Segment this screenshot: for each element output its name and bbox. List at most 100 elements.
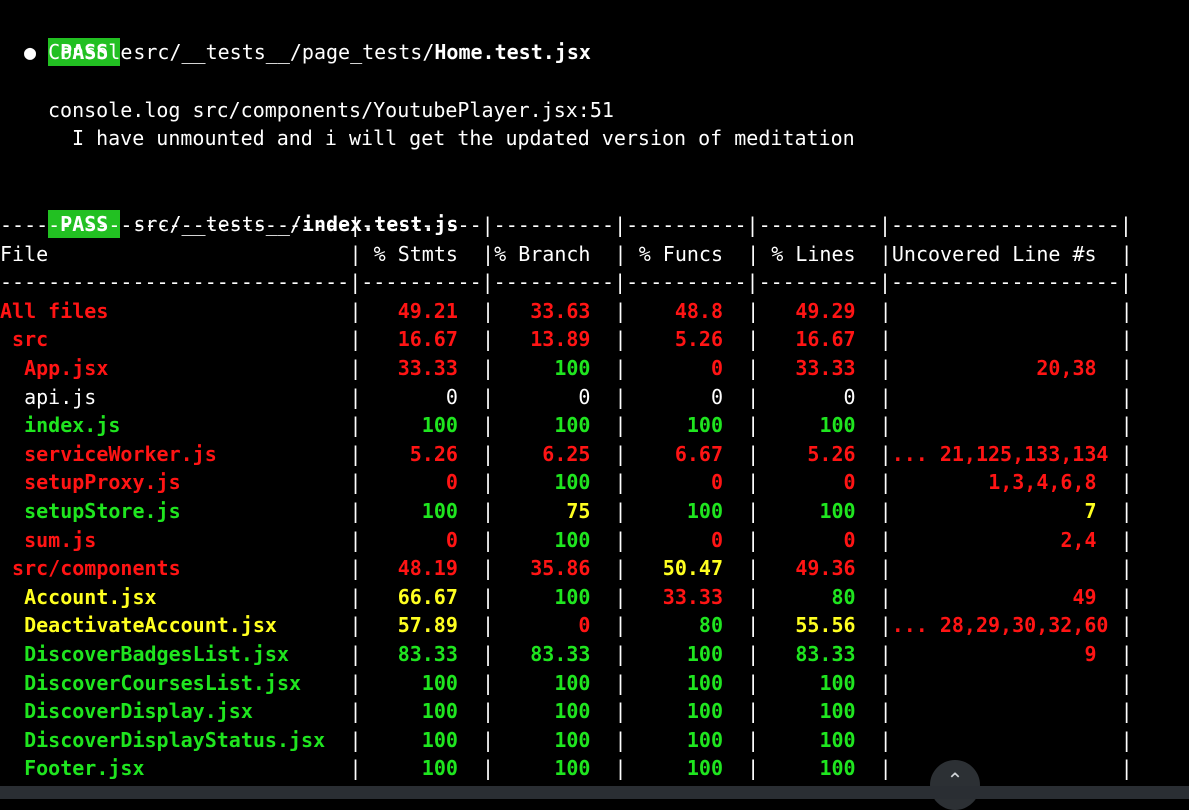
column-separator: |	[879, 327, 892, 352]
column-separator: |	[747, 356, 760, 380]
column-separator: |	[747, 556, 760, 581]
column-separator: |	[1120, 756, 1133, 781]
test-result-line: PASS src/__tests__/page_tests/Home.test.j…	[0, 10, 591, 66]
column-separator: |	[482, 327, 495, 352]
coverage-value: 100	[554, 356, 591, 380]
table-row: src/components 48.19 35.86 50.47 49.36 | | | | | |	[0, 554, 1189, 582]
coverage-value: 66.67	[397, 584, 458, 609]
column-separator: |	[879, 556, 892, 581]
coverage-value: 0	[445, 384, 458, 409]
table-separator: -----------------------------|----------…	[0, 268, 1189, 296]
file-name: All files	[0, 298, 109, 323]
column-separator: |	[482, 413, 495, 438]
column-separator: |	[1120, 584, 1133, 609]
column-separator: |	[614, 613, 627, 638]
file-name: Account.jsx	[24, 584, 157, 609]
coverage-value: 0	[578, 384, 591, 409]
column-separator: |	[482, 642, 495, 666]
file-name: setupProxy.js	[24, 470, 181, 495]
status-bar	[0, 786, 1189, 799]
table-row: src 16.67 13.89 5.26 16.67 | | | | | |	[0, 325, 1189, 353]
coverage-value: 50.47	[662, 556, 723, 581]
header-cell: % Lines	[771, 241, 856, 266]
column-separator: |	[879, 584, 892, 609]
coverage-value: 100	[686, 499, 723, 523]
separator-line: -----------------------------|----------…	[0, 213, 1132, 237]
coverage-value: 0	[445, 470, 458, 495]
column-separator: |	[747, 241, 760, 266]
table-row: App.jsx 33.33 100 0 33.33 20,38 | | | | | |	[0, 354, 1189, 382]
coverage-value: 100	[686, 670, 723, 695]
column-separator: |	[482, 584, 495, 609]
coverage-value: 100	[819, 727, 856, 752]
column-separator: |	[614, 499, 627, 523]
column-separator: |	[482, 556, 495, 581]
file-name: DiscoverDisplay.jsx	[24, 699, 253, 724]
coverage-value: 100	[819, 756, 856, 781]
file-name: api.js	[24, 384, 97, 409]
column-separator: |	[349, 699, 362, 724]
column-separator: |	[747, 413, 760, 438]
column-separator: |	[482, 527, 495, 552]
column-separator: |	[614, 670, 627, 695]
coverage-value: 75	[566, 499, 591, 523]
coverage-value: 100	[421, 727, 458, 752]
column-separator: |	[482, 727, 495, 752]
coverage-value: 16.67	[795, 327, 856, 352]
coverage-value: 100	[554, 470, 591, 495]
test-result-line: PASS src/__tests__/index.test.js	[0, 182, 458, 238]
column-separator: |	[482, 499, 495, 523]
column-separator: |	[1120, 499, 1133, 523]
column-separator: |	[747, 642, 760, 666]
column-separator: |	[614, 298, 627, 323]
column-separator: |	[1120, 527, 1133, 552]
column-separator: |	[614, 441, 627, 466]
coverage-value: 13.89	[530, 327, 591, 352]
table-row: DiscoverBadgesList.jsx 83.33 83.33 100 83.33…	[0, 640, 1189, 668]
column-separator: |	[879, 499, 892, 523]
coverage-value: 100	[686, 413, 723, 438]
coverage-value: 100	[554, 527, 591, 552]
coverage-value: 0	[578, 613, 591, 638]
column-separator: |	[879, 470, 892, 495]
console-log-line: console.log src/components/YoutubePlayer…	[48, 98, 614, 122]
column-separator: |	[349, 327, 362, 352]
coverage-value: 33.33	[795, 356, 856, 380]
column-separator: |	[1120, 327, 1133, 352]
uncovered-lines: 2,4	[1060, 527, 1097, 552]
coverage-value: 100	[421, 756, 458, 781]
coverage-value: 55.56	[795, 613, 856, 638]
coverage-value: 48.8	[674, 298, 723, 323]
coverage-value: 100	[421, 699, 458, 724]
column-separator: |	[482, 470, 495, 495]
table-row: sum.js 0 100 0 0 2,4 | | | | | |	[0, 526, 1189, 554]
column-separator: |	[747, 298, 760, 323]
column-separator: |	[747, 499, 760, 523]
table-row: DiscoverCoursesList.jsx 100 100 100 100 | | | | |…	[0, 669, 1189, 697]
column-separator: |	[1120, 241, 1133, 266]
file-name: DiscoverDisplayStatus.jsx	[24, 727, 326, 752]
column-separator: |	[614, 584, 627, 609]
column-separator: |	[349, 670, 362, 695]
column-separator: |	[349, 298, 362, 323]
file-name: index.js	[24, 413, 121, 438]
coverage-value: 6.67	[674, 441, 723, 466]
column-separator: |	[614, 384, 627, 409]
column-separator: |	[349, 642, 362, 666]
console-label: ● Console	[24, 40, 133, 64]
column-separator: |	[349, 613, 362, 638]
scroll-to-top-button[interactable]: ⌃	[930, 760, 980, 810]
column-separator: |	[879, 241, 892, 266]
column-separator: |	[747, 441, 760, 466]
header-cell: Uncovered Line #s	[891, 241, 1097, 266]
file-name: src/components	[12, 556, 181, 581]
console-message: I have unmounted and i will get the upda…	[72, 126, 855, 150]
column-separator: |	[349, 470, 362, 495]
column-separator: |	[349, 727, 362, 752]
coverage-value: 80	[698, 613, 723, 638]
file-name: App.jsx	[24, 356, 109, 380]
header-cell: % Funcs	[638, 241, 723, 266]
coverage-value: 49.21	[397, 298, 458, 323]
column-separator: |	[614, 556, 627, 581]
column-separator: |	[349, 441, 362, 466]
